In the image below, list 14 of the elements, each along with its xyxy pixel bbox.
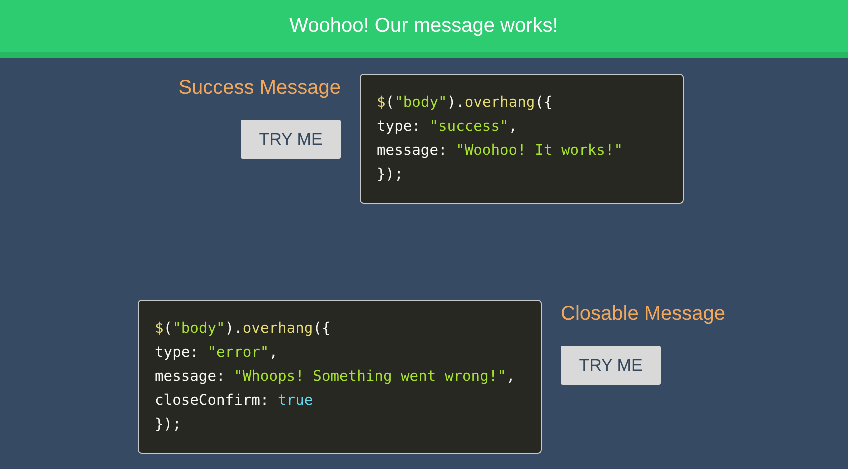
- section-title: Success Message: [178, 76, 341, 101]
- code-line: });: [377, 165, 404, 185]
- try-me-button[interactable]: TRY ME: [241, 120, 341, 159]
- code-line: $("body").overhang({: [377, 93, 554, 113]
- banner-message: Woohoo! Our message works!: [290, 14, 558, 38]
- try-me-button[interactable]: TRY ME: [561, 346, 661, 385]
- code-line: type: "success",: [377, 117, 519, 137]
- code-line: message: "Whoops! Something went wrong!",: [155, 367, 516, 387]
- code-line: message: "Woohoo! It works!": [377, 141, 624, 161]
- code-line: $("body").overhang({: [155, 319, 332, 339]
- code-line: });: [155, 415, 182, 435]
- code-line: type: "error",: [155, 343, 280, 363]
- code-line: closeConfirm: true: [155, 391, 314, 411]
- section-title: Closable Message: [561, 302, 726, 327]
